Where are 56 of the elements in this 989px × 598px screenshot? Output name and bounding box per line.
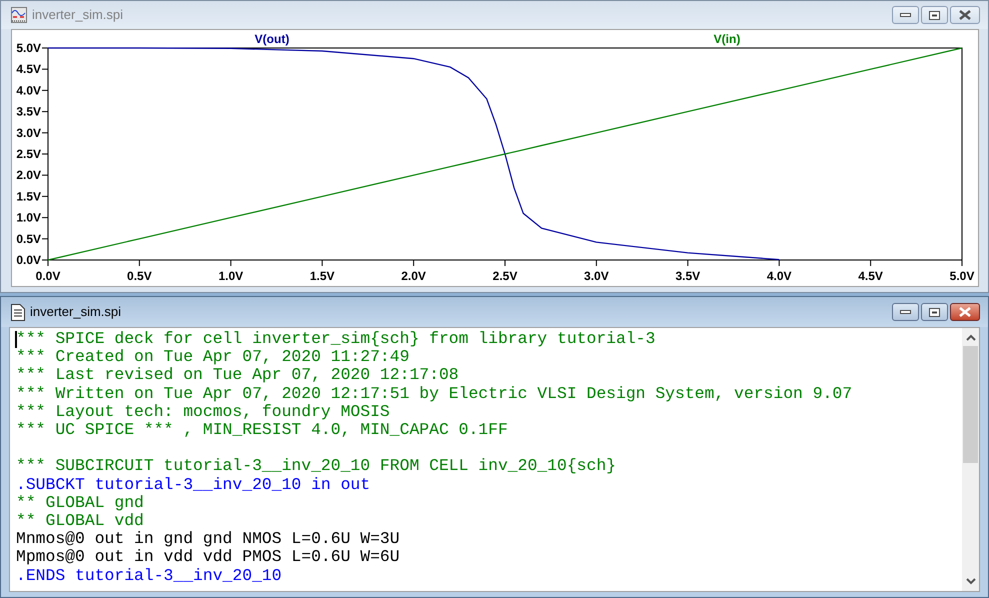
y-tick-label: 1.0V: [16, 210, 41, 225]
close-icon: [959, 10, 971, 20]
y-tick-label: 3.0V: [16, 126, 41, 140]
x-tick-label: 0.0V: [36, 269, 60, 283]
y-tick-label: 2.5V: [16, 147, 41, 161]
y-tick-label: 0.5V: [16, 232, 41, 246]
code-line: *** SUBCIRCUIT tutorial-3__inv_20_10 FROM CELL inv_20_10{sch}: [16, 457, 617, 476]
y-tick-label: 3.5V: [16, 104, 41, 119]
minimize-icon: [900, 310, 911, 314]
maximize-icon: [929, 10, 940, 20]
minimize-button[interactable]: [892, 6, 919, 24]
code-line: ** GLOBAL gnd: [16, 494, 145, 512]
y-tick-label: 0.0V: [16, 253, 41, 267]
x-tick-label: 4.0V: [766, 269, 792, 283]
close-button[interactable]: [950, 303, 980, 321]
maximize-button[interactable]: [921, 303, 948, 321]
x-tick-label: 4.5V: [858, 269, 883, 283]
scrollbar-thumb[interactable]: [963, 346, 978, 463]
code-line: Mpmos@0 out in vdd vdd PMOS L=0.6U W=6U: [16, 548, 401, 567]
text-cursor: [15, 331, 17, 348]
x-tick-label: 0.5V: [127, 269, 152, 283]
minimize-icon: [900, 13, 911, 17]
trace-label[interactable]: V(in): [714, 32, 740, 46]
code-line: *** Layout tech: mocmos, foundry MOSIS: [16, 402, 391, 422]
y-tick-label: 4.0V: [16, 83, 41, 98]
window-title: inverter_sim.spi: [32, 6, 124, 24]
code-line: *** SPICE deck for cell inverter_sim{sch} from library tutorial-3: [16, 330, 656, 348]
code-line: .ENDS tutorial-3__inv_20_10: [16, 566, 283, 585]
code-line: *** Written on Tue Apr 07, 2020 12:17:51 by Electric VLSI Design System, version 9.07: [16, 384, 854, 403]
waveform-icon: [11, 7, 27, 23]
code-line: *** Last revised on Tue Apr 07, 2020 12:17:08: [16, 366, 460, 385]
code-line: Mnmos@0 out in gnd gnd NMOS L=0.6U W=3U: [16, 530, 401, 548]
x-tick-label: 1.5V: [310, 269, 335, 283]
maximize-button[interactable]: [921, 6, 948, 24]
x-tick-label: 2.5V: [492, 269, 518, 283]
window-title: inverter_sim.spi: [30, 303, 122, 322]
x-tick-label: 2.0V: [401, 269, 426, 283]
vertical-scrollbar[interactable]: [962, 328, 979, 591]
maximize-icon: [929, 308, 940, 316]
x-tick-label: 1.0V: [218, 269, 244, 283]
y-tick-label: 4.5V: [16, 62, 41, 76]
y-tick-label: 5.0V: [16, 41, 41, 55]
x-tick-label: 3.0V: [584, 269, 609, 283]
y-tick-label: 2.0V: [16, 168, 41, 182]
minimize-button[interactable]: [892, 303, 919, 321]
document-icon: [11, 304, 25, 320]
x-tick-label: 5.0V: [950, 269, 974, 283]
code-line: *** UC SPICE *** , MIN_RESIST 4.0, MIN_CAPAC 0.1FF: [16, 421, 509, 440]
code-line: .SUBCKT tutorial-3__inv_20_10 in out: [16, 476, 372, 494]
x-tick-label: 3.5V: [675, 269, 700, 283]
close-button[interactable]: [950, 6, 980, 24]
code-line: *** Created on Tue Apr 07, 2020 11:27:49: [16, 348, 410, 366]
trace-label[interactable]: V(out): [254, 32, 290, 46]
close-icon: [959, 307, 971, 317]
code-line: ** GLOBAL vdd: [16, 512, 145, 530]
y-tick-label: 1.5V: [16, 189, 41, 204]
